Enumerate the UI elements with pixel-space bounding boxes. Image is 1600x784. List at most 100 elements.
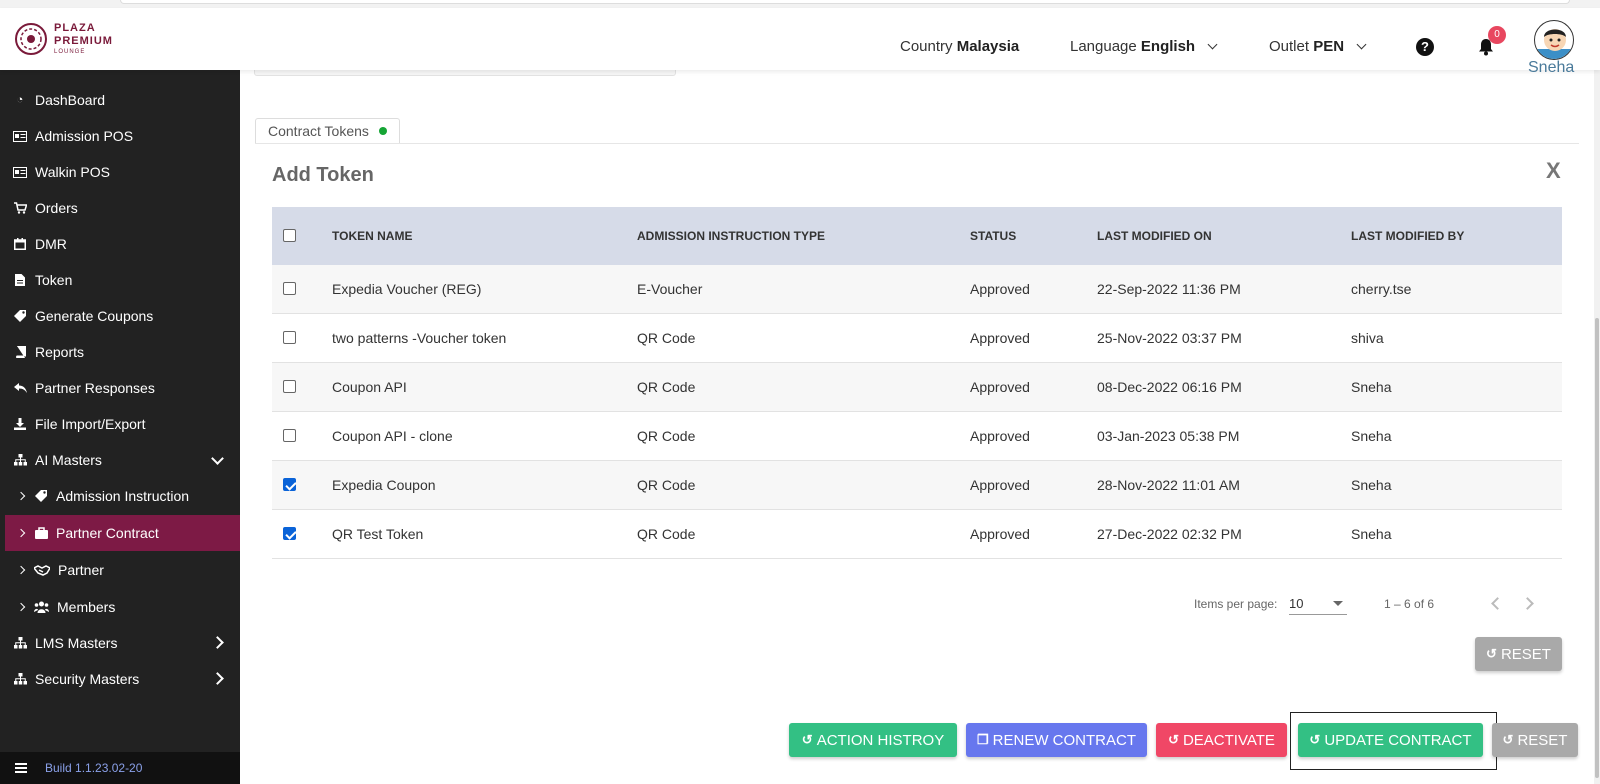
column-header-status[interactable]: STATUS — [970, 229, 1097, 243]
row-checkbox[interactable] — [283, 478, 296, 491]
sidebar-item-token[interactable]: Token — [0, 262, 240, 298]
sidebar-item-ai-masters[interactable]: AI Masters — [0, 442, 240, 478]
sidebar-item-label: Partner Contract — [56, 525, 159, 541]
sitemap-icon — [13, 673, 27, 685]
row-checkbox[interactable] — [283, 282, 296, 295]
sidebar-item-partner-responses[interactable]: Partner Responses — [0, 370, 240, 406]
paginator: Items per page: 10 1 – 6 of 6 — [240, 593, 1600, 617]
next-page-icon[interactable] — [1521, 597, 1534, 610]
tag-icon — [34, 490, 48, 502]
cell-status: Approved — [970, 526, 1030, 542]
cell-admission-type: QR Code — [637, 477, 696, 493]
avatar[interactable] — [1534, 20, 1574, 60]
language-label: Language — [1070, 38, 1137, 55]
brand-name: PLAZA PREMIUM LOUNGE — [54, 23, 113, 56]
deactivate-button[interactable]: ↺ DEACTIVATE — [1156, 723, 1287, 757]
cell-status: Approved — [970, 281, 1030, 297]
sidebar-item-label: Members — [57, 599, 116, 615]
table-row[interactable]: Expedia Coupon QR Code Approved 28-Nov-2022… — [272, 461, 1562, 510]
column-header-last-modified-by[interactable]: LAST MODIFIED BY — [1351, 229, 1562, 243]
cell-last-modified-on: 27-Dec-2022 02:32 PM — [1097, 526, 1242, 542]
row-checkbox[interactable] — [283, 331, 296, 344]
history-icon: ↺ — [1168, 732, 1179, 747]
column-header-last-modified-on[interactable]: LAST MODIFIED ON — [1097, 229, 1351, 243]
sidebar-item-walkin-pos[interactable]: Walkin POS — [0, 154, 240, 190]
previous-page-icon[interactable] — [1491, 597, 1504, 610]
items-per-page-select[interactable]: 10 — [1289, 593, 1347, 615]
row-checkbox[interactable] — [283, 380, 296, 393]
cell-last-modified-on: 08-Dec-2022 06:16 PM — [1097, 379, 1242, 395]
sidebar-item-label: Reports — [35, 344, 85, 360]
scrollbar-thumb[interactable] — [1595, 318, 1599, 778]
sidebar-item-security-masters[interactable]: Security Masters — [0, 661, 240, 697]
sidebar-item-dmr[interactable]: DMR — [0, 226, 240, 262]
chevron-down-icon — [1356, 39, 1367, 50]
column-header-admission-type[interactable]: ADMISSION INSTRUCTION TYPE — [637, 229, 970, 243]
select-all-cell — [272, 228, 332, 244]
sidebar-item-label: LMS Masters — [35, 635, 118, 651]
sidebar-item-generate-coupons[interactable]: Generate Coupons — [0, 298, 240, 334]
brand-logo[interactable]: PLAZA PREMIUM LOUNGE — [14, 22, 113, 56]
help-icon[interactable]: ? — [1416, 38, 1434, 56]
row-checkbox[interactable] — [283, 429, 296, 442]
row-checkbox-cell — [272, 428, 332, 444]
sidebar-item-reports[interactable]: Reports — [0, 334, 240, 370]
sidebar-item-dashboard[interactable]: ◔ DashBoard — [0, 82, 240, 118]
table-row[interactable]: QR Test Token QR Code Approved 27-Dec-2022 … — [272, 510, 1562, 559]
sidebar-item-label: Walkin POS — [35, 164, 110, 180]
select-all-checkbox[interactable] — [283, 229, 296, 242]
brand-line-2: PREMIUM — [54, 35, 113, 47]
cell-status: Approved — [970, 477, 1030, 493]
renew-contract-button[interactable]: ❐ RENEW CONTRACT — [966, 723, 1147, 757]
cell-last-modified-by: cherry.tse — [1351, 281, 1412, 297]
user-name[interactable]: Sneha — [1528, 59, 1574, 77]
sidebar-item-admission-instruction[interactable]: Admission Instruction — [0, 478, 240, 514]
sidebar-item-partner-contract[interactable]: Partner Contract — [5, 515, 240, 551]
row-checkbox-cell — [272, 477, 332, 493]
table-row[interactable]: Coupon API - clone QR Code Approved 03-Jan-… — [272, 412, 1562, 461]
cell-admission-type: E-Voucher — [637, 281, 703, 297]
menu-icon[interactable] — [15, 763, 27, 773]
row-checkbox-cell — [272, 281, 332, 297]
chevron-right-icon — [211, 636, 224, 649]
sidebar-item-label: Generate Coupons — [35, 308, 154, 324]
country-selector[interactable]: Country Malaysia — [900, 38, 1019, 55]
sidebar-item-members[interactable]: Members — [0, 589, 240, 625]
notification-badge: 0 — [1488, 26, 1506, 44]
update-contract-button[interactable]: ↺ UPDATE CONTRACT — [1298, 723, 1483, 757]
sidebar-item-partner[interactable]: Partner — [0, 552, 240, 588]
items-per-page-label: Items per page: — [1194, 597, 1278, 611]
action-history-button[interactable]: ↺ ACTION HISTROY — [789, 723, 957, 757]
sidebar-item-file-import-export[interactable]: File Import/Export — [0, 406, 240, 442]
cell-token-name: Coupon API — [332, 379, 407, 395]
sidebar-item-orders[interactable]: Orders — [0, 190, 240, 226]
close-icon[interactable]: X — [1546, 158, 1561, 184]
reset-button[interactable]: ↺ RESET — [1492, 723, 1578, 757]
sidebar-item-lms-masters[interactable]: LMS Masters — [0, 625, 240, 661]
table-reset-button[interactable]: ↺ RESET — [1475, 637, 1562, 671]
outlet-value: PEN — [1313, 38, 1345, 55]
button-label: RESET — [1517, 731, 1568, 749]
table-row[interactable]: Expedia Voucher (REG) E-Voucher Approved 22… — [272, 265, 1562, 314]
tag-icon — [13, 310, 27, 322]
plaza-premium-logo-icon — [15, 23, 47, 55]
table-row[interactable]: Coupon API QR Code Approved 08-Dec-2022 06:… — [272, 363, 1562, 412]
row-checkbox[interactable] — [283, 527, 296, 540]
cell-last-modified-on: 22-Sep-2022 11:36 PM — [1097, 281, 1241, 297]
history-icon: ↺ — [1502, 732, 1514, 747]
page-scrollbar[interactable] — [1594, 66, 1600, 784]
cell-admission-type: QR Code — [637, 428, 696, 444]
language-selector[interactable]: Language English — [1070, 38, 1218, 55]
table-row[interactable]: two patterns -Voucher token QR Code Approv… — [272, 314, 1562, 363]
sidebar-item-admission-pos[interactable]: Admission POS — [0, 118, 240, 154]
sitemap-icon — [13, 454, 27, 466]
tab-contract-tokens[interactable]: Contract Tokens — [255, 118, 400, 144]
id-card-icon — [13, 130, 27, 142]
column-header-token-name[interactable]: TOKEN NAME — [332, 229, 637, 243]
sidebar: ◔ DashBoard Admission POS Walkin POS Ord… — [0, 66, 240, 784]
sidebar-item-label: Token — [35, 272, 73, 288]
outlet-label: Outlet — [1269, 38, 1310, 55]
tab-divider — [255, 143, 1579, 144]
history-icon: ↺ — [1309, 732, 1321, 747]
outlet-selector[interactable]: Outlet PEN — [1269, 38, 1367, 55]
